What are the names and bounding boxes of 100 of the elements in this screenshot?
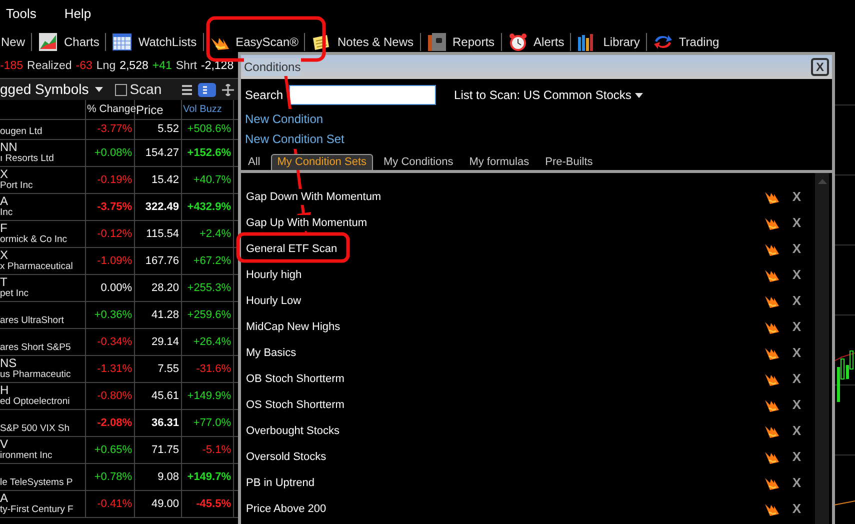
company-name: ed Optoelectroni bbox=[0, 396, 70, 408]
flame-icon[interactable] bbox=[764, 293, 780, 309]
remove-button[interactable]: X bbox=[792, 343, 801, 363]
flame-icon[interactable] bbox=[764, 501, 780, 517]
caret-icon[interactable] bbox=[94, 87, 103, 92]
column-header[interactable]: Price bbox=[135, 100, 182, 119]
condition-set-item[interactable]: Gap Up With Momentum bbox=[246, 214, 368, 232]
remove-button[interactable]: X bbox=[792, 187, 801, 207]
stat-text: -63 bbox=[76, 58, 92, 74]
remove-button[interactable]: X bbox=[792, 473, 801, 493]
tab[interactable]: My Condition Sets bbox=[271, 154, 372, 170]
price-value: 322.49 bbox=[145, 200, 179, 215]
grid-icon bbox=[112, 32, 132, 52]
remove-button[interactable]: X bbox=[792, 291, 801, 311]
change-value: +0.65% bbox=[94, 442, 132, 458]
remove-button[interactable]: X bbox=[792, 499, 801, 519]
toolbar-button[interactable]: Reports bbox=[426, 32, 496, 52]
symbol-text: H bbox=[0, 384, 9, 396]
scrollbar[interactable] bbox=[815, 173, 829, 524]
toolbar-button[interactable]: Trading bbox=[652, 32, 720, 52]
menu-icon[interactable] bbox=[182, 84, 192, 94]
vol-buzz-value: -45.5% bbox=[196, 496, 231, 512]
vol-buzz-value: +152.6% bbox=[187, 146, 231, 161]
company-name: x Pharmaceutical bbox=[0, 261, 73, 273]
flame-icon[interactable] bbox=[764, 345, 780, 361]
price-value: 15.42 bbox=[151, 172, 179, 188]
flame-icon[interactable] bbox=[764, 423, 780, 439]
change-value: -1.09% bbox=[97, 254, 132, 269]
search-field[interactable] bbox=[289, 85, 436, 105]
flame-icon[interactable] bbox=[764, 371, 780, 387]
toolbar-button[interactable]: Notes & News bbox=[310, 32, 415, 52]
dialog-title: Conditions bbox=[244, 58, 301, 76]
stat-text: 2,528 bbox=[120, 58, 148, 74]
price-value: 41.28 bbox=[151, 308, 179, 323]
toolbar-button[interactable]: Charts bbox=[37, 32, 100, 52]
list-to-scan-dropdown[interactable]: List to Scan: US Common Stocks bbox=[454, 86, 644, 104]
change-value: -0.80% bbox=[97, 388, 132, 404]
toolbar-button[interactable]: Library bbox=[576, 32, 641, 52]
flame-icon[interactable] bbox=[764, 449, 780, 465]
stat-text: Shrt bbox=[176, 58, 197, 74]
toolbar-button[interactable]: Alerts bbox=[506, 32, 566, 52]
company-name: ougen Ltd bbox=[0, 126, 42, 138]
vol-buzz-value: +149.9% bbox=[187, 388, 231, 404]
vol-buzz-value: -31.6% bbox=[196, 362, 231, 377]
price-value: 5.52 bbox=[158, 122, 179, 138]
price-value: 167.76 bbox=[145, 254, 179, 269]
new-condition-link[interactable]: New Condition bbox=[245, 109, 324, 129]
report-icon bbox=[426, 32, 447, 52]
watchlist-title[interactable]: gged Symbols bbox=[0, 79, 89, 100]
change-value: -1.31% bbox=[97, 362, 132, 377]
vol-buzz-value: +67.2% bbox=[193, 254, 231, 269]
stat-text: -2,128 bbox=[200, 58, 234, 74]
symbol-text: F bbox=[0, 222, 8, 234]
flame-icon[interactable] bbox=[764, 267, 780, 283]
remove-button[interactable]: X bbox=[792, 239, 801, 259]
menu-item[interactable]: Help bbox=[64, 4, 92, 24]
change-value: +0.78% bbox=[94, 470, 132, 485]
change-value: -3.77% bbox=[97, 122, 132, 138]
flame-icon[interactable] bbox=[764, 475, 780, 491]
remove-button[interactable]: X bbox=[792, 421, 801, 441]
vol-buzz-value: +77.0% bbox=[193, 416, 231, 431]
vol-buzz-value: +149.7% bbox=[187, 470, 231, 485]
move-icon[interactable] bbox=[222, 84, 234, 96]
remove-button[interactable]: X bbox=[792, 369, 801, 389]
new-condition-link[interactable]: New Condition Set bbox=[245, 129, 344, 149]
remove-button[interactable]: X bbox=[792, 213, 801, 233]
remove-button[interactable]: X bbox=[792, 447, 801, 467]
company-name: S&P 500 VIX Sh bbox=[0, 423, 70, 435]
remove-button[interactable]: X bbox=[792, 317, 801, 337]
flame-icon[interactable] bbox=[764, 397, 780, 413]
remove-button[interactable]: X bbox=[792, 395, 801, 415]
remove-button[interactable]: X bbox=[792, 265, 801, 285]
price-value: 115.54 bbox=[146, 226, 179, 242]
column-header[interactable]: Vol Buzz bbox=[182, 100, 234, 119]
price-value: 29.14 bbox=[151, 334, 179, 350]
vol-buzz-value: +40.7% bbox=[193, 172, 231, 188]
symbol-text: A bbox=[0, 195, 8, 207]
vol-buzz-value: +508.6% bbox=[187, 122, 231, 138]
toolbar-button[interactable]: New bbox=[0, 32, 26, 50]
vol-buzz-value: +2.4% bbox=[200, 226, 231, 242]
toolbar-button[interactable]: WatchLists bbox=[111, 32, 198, 52]
scan-checkbox[interactable]: Scan bbox=[114, 79, 162, 100]
change-value: -0.19% bbox=[97, 172, 132, 188]
caret-icon[interactable] bbox=[635, 92, 644, 98]
stat-text: -185 bbox=[0, 58, 24, 74]
menu-item[interactable]: Tools bbox=[6, 4, 36, 24]
symbol-text: NS bbox=[0, 357, 17, 369]
column-header[interactable]: % Change bbox=[86, 100, 135, 119]
company-name: ares UltraShort bbox=[0, 315, 64, 327]
price-value: 45.61 bbox=[151, 388, 179, 404]
condition-set-item[interactable]: Gap Down With Momentum bbox=[246, 188, 382, 206]
s-badge-icon[interactable] bbox=[198, 82, 216, 96]
flame-icon[interactable] bbox=[764, 241, 780, 257]
flame-icon[interactable] bbox=[764, 215, 780, 231]
change-value: 0.00% bbox=[100, 280, 132, 296]
price-value: 28.20 bbox=[151, 280, 179, 296]
chart-icon bbox=[38, 32, 58, 52]
flame-icon[interactable] bbox=[764, 319, 780, 335]
flame-icon[interactable] bbox=[764, 189, 780, 205]
close-button[interactable]: X bbox=[811, 58, 829, 76]
